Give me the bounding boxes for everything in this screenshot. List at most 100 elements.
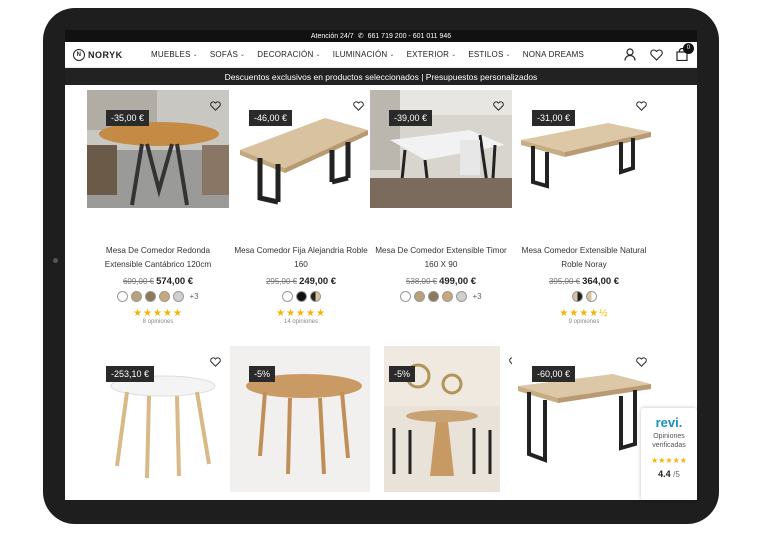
menu-label: EXTERIOR <box>406 50 450 59</box>
swatch[interactable] <box>173 291 185 302</box>
discount-badge: -39,00 € <box>389 110 433 126</box>
menu-item-exterior[interactable]: EXTERIOR ⌄ <box>401 50 463 59</box>
more-swatches[interactable]: +3 <box>189 292 198 301</box>
menu: MUEBLES ⌄ SOFÁS ⌄ DECORACIÓN ⌄ ILUMINACIÓN ⌄… <box>145 50 617 59</box>
product-card[interactable]: -60,00 € <box>513 346 655 492</box>
menu-label: MUEBLES <box>151 50 191 59</box>
color-swatches <box>513 291 655 302</box>
swatch[interactable] <box>400 291 412 302</box>
menu-item-muebles[interactable]: MUEBLES ⌄ <box>145 50 204 59</box>
swatch[interactable] <box>428 291 440 302</box>
revi-stars: ★★★★★ <box>651 456 687 465</box>
product-card[interactable]: -253,10 € <box>87 346 229 492</box>
swatch[interactable] <box>456 291 468 302</box>
brand-name: NORYK <box>88 49 123 60</box>
review-count: 14 opiniones <box>283 319 319 325</box>
product-image[interactable]: -39,00 € <box>370 90 512 208</box>
swatch[interactable] <box>442 291 454 302</box>
product-card[interactable]: -31,00 € Mesa Comedor Extensible Natural… <box>513 90 655 325</box>
heart-icon[interactable] <box>493 98 504 116</box>
swatch[interactable] <box>281 291 293 302</box>
menu-item-estilos[interactable]: ESTILOS ⌄ <box>462 50 516 59</box>
product-price: 295,00 €249,00 € <box>230 276 372 287</box>
discount-badge: -46,00 € <box>249 110 293 126</box>
menu-label: SOFÁS <box>209 50 238 59</box>
swatch[interactable] <box>145 291 157 302</box>
phone-icon: ✆ <box>357 33 364 40</box>
menu-label: ILUMINACIÓN <box>332 50 388 59</box>
menu-label: ESTILOS <box>468 50 504 59</box>
swatch[interactable] <box>571 291 583 302</box>
revi-reviews-widget[interactable]: revi. Opiniones verificadas ★★★★★ 4.4 /5 <box>641 408 697 500</box>
color-swatches: +3 <box>87 291 229 302</box>
discount-badge: -253,10 € <box>106 366 155 382</box>
discount-badge: -5% <box>389 366 416 382</box>
product-title[interactable]: Mesa De Comedor Extensible Timor 160 X 9… <box>370 244 512 272</box>
product-title[interactable]: Mesa Comedor Extensible Natural Roble No… <box>513 244 655 272</box>
discount-badge: -5% <box>249 366 276 382</box>
chevron-down-icon: ⌄ <box>315 52 321 58</box>
old-price: 395,00 € <box>548 277 581 286</box>
main-nav: N NORYK MUEBLES ⌄ SOFÁS ⌄ DECORACIÓN ⌄ ILUM… <box>65 42 697 68</box>
menu-label: NONA DREAMS <box>522 50 585 59</box>
swatch[interactable] <box>309 291 321 302</box>
chevron-down-icon: ⌄ <box>451 52 457 58</box>
swatch[interactable] <box>414 291 426 302</box>
heart-icon[interactable] <box>636 98 647 116</box>
phone-numbers[interactable]: 661 719 200 - 601 011 946 <box>368 33 452 40</box>
heart-icon[interactable] <box>509 354 512 372</box>
swatch[interactable] <box>131 291 143 302</box>
menu-item-iluminacion[interactable]: ILUMINACIÓN ⌄ <box>327 50 401 59</box>
product-image[interactable]: -46,00 € <box>230 90 372 208</box>
current-price: 364,00 € <box>582 276 620 287</box>
product-card[interactable]: -5% <box>230 346 372 492</box>
user-icon[interactable] <box>623 48 637 62</box>
menu-item-nona-dreams[interactable]: NONA DREAMS <box>517 50 590 59</box>
product-image[interactable]: -5% <box>230 346 372 492</box>
menu-item-decoracion[interactable]: DECORACIÓN ⌄ <box>251 50 326 59</box>
logo-mark-icon: N <box>73 48 85 61</box>
menu-item-sofas[interactable]: SOFÁS ⌄ <box>204 50 251 59</box>
product-image[interactable]: -60,00 € <box>513 346 655 492</box>
nav-icons: 0 <box>623 42 694 62</box>
review-count: 8 opiniones <box>142 319 174 325</box>
product-image[interactable]: -5% <box>370 346 512 492</box>
product-price: 609,00 €574,00 € <box>87 276 229 287</box>
product-image[interactable]: -253,10 € <box>87 346 229 492</box>
current-price: 574,00 € <box>156 276 194 287</box>
chevron-down-icon: ⌄ <box>240 52 246 58</box>
product-price: 538,00 €499,00 € <box>370 276 512 287</box>
menu-label: DECORACIÓN <box>257 50 314 59</box>
discount-badge: -60,00 € <box>532 366 576 382</box>
product-card[interactable]: -35,00 € Mesa De Comedor Redonda Extensi… <box>87 90 229 325</box>
color-swatches: +3 <box>370 291 512 302</box>
brand-logo[interactable]: N NORYK <box>73 48 145 61</box>
camera <box>53 258 58 263</box>
swatch[interactable] <box>159 291 171 302</box>
heart-icon[interactable] <box>210 354 221 372</box>
product-image[interactable]: -31,00 € <box>513 90 655 208</box>
more-swatches[interactable]: +3 <box>472 292 481 301</box>
swatch[interactable] <box>585 291 597 302</box>
chevron-down-icon: ⌄ <box>192 52 198 58</box>
heart-icon[interactable] <box>636 354 647 372</box>
product-title[interactable]: Mesa Comedor Fija Alejandria Roble 160 <box>230 244 372 272</box>
wishlist-heart-icon[interactable] <box>649 48 663 62</box>
rating-stars: ★★★★★ <box>133 308 183 319</box>
cart-icon[interactable]: 0 <box>675 42 694 62</box>
rating-stars: ★★★★★ <box>276 308 326 319</box>
heart-icon[interactable] <box>210 98 221 116</box>
product-price: 395,00 €364,00 € <box>513 276 655 287</box>
old-price: 295,00 € <box>265 277 298 286</box>
swatch[interactable] <box>295 291 307 302</box>
product-image[interactable]: -35,00 € <box>87 90 229 208</box>
product-title[interactable]: Mesa De Comedor Redonda Extensible Cantá… <box>87 244 229 272</box>
top-contact-bar: Atención 24/7 ✆ 661 719 200 - 601 011 94… <box>65 30 697 42</box>
swatch[interactable] <box>117 291 129 302</box>
chevron-down-icon: ⌄ <box>389 52 395 58</box>
product-card[interactable]: -5% <box>370 346 512 492</box>
product-card[interactable]: -39,00 € Mesa De Comedor Extensible Timo… <box>370 90 512 302</box>
revi-logo: revi. <box>655 415 683 430</box>
heart-icon[interactable] <box>353 98 364 116</box>
product-card[interactable]: -46,00 € Mesa Comedor Fija Alejandria Ro… <box>230 90 372 325</box>
